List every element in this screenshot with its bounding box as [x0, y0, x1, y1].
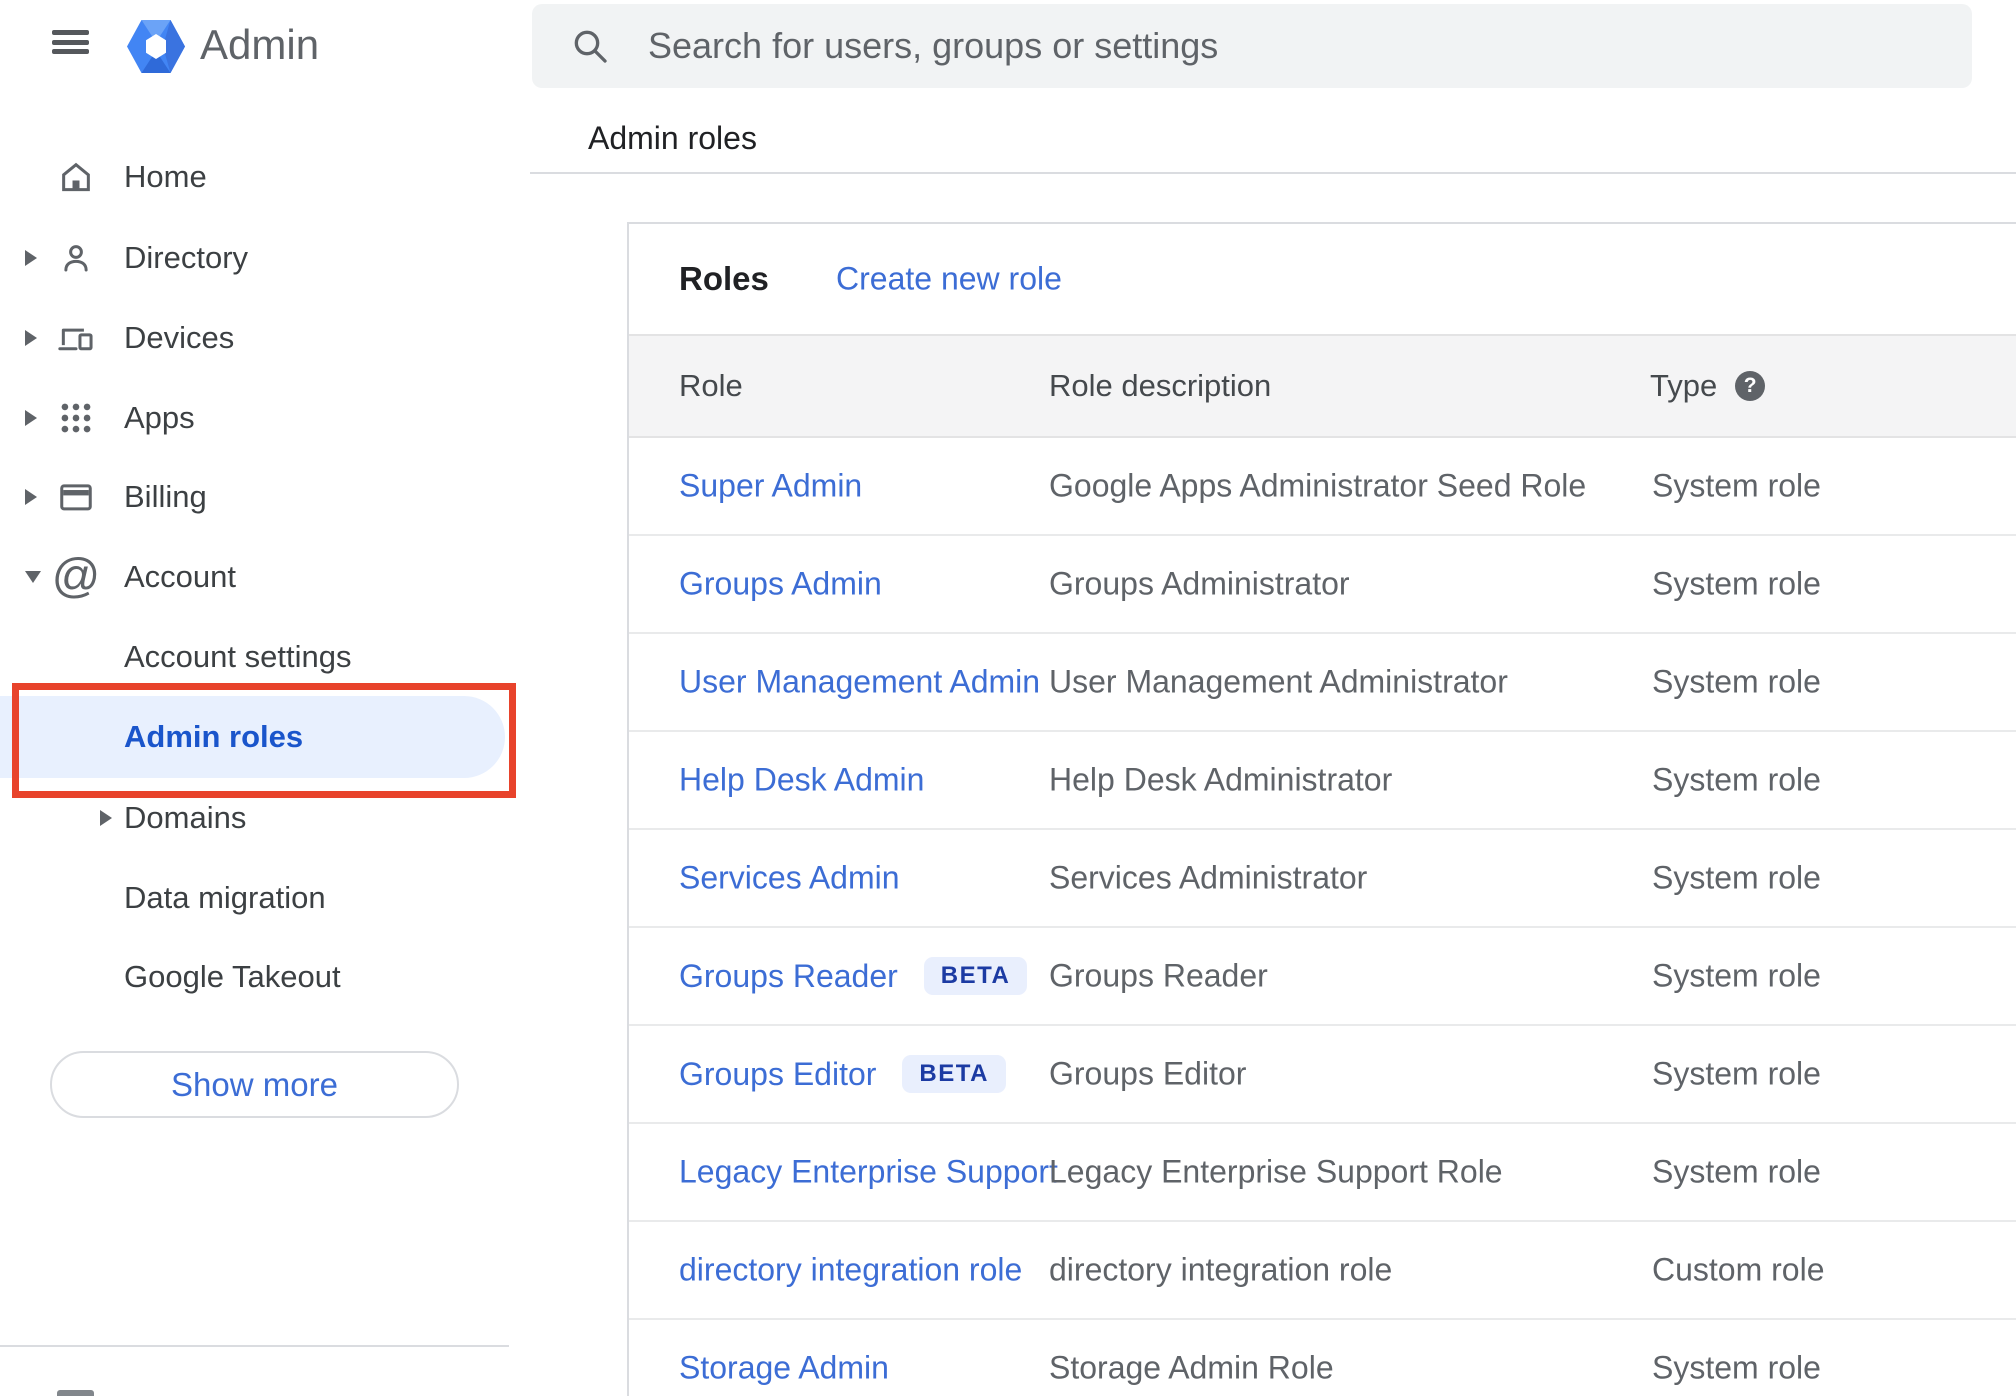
- credit-card-icon: [57, 478, 95, 516]
- app-title: Admin: [200, 21, 320, 68]
- roles-table-body: Super Admin Google Apps Administrator Se…: [629, 438, 2016, 1396]
- search-input[interactable]: Search for users, groups or settings: [532, 4, 1972, 88]
- person-icon: [57, 239, 95, 277]
- apps-grid-icon: [57, 399, 95, 437]
- sidebar-item-label: Apps: [124, 400, 195, 435]
- devices-icon: [57, 319, 95, 357]
- role-type: System role: [1652, 565, 1821, 602]
- sidebar-item-account[interactable]: @ Account: [0, 537, 509, 617]
- table-row: Groups Reader BETA Groups Reader System …: [629, 928, 2016, 1026]
- table-row: directory integration role directory int…: [629, 1222, 2016, 1320]
- sidebar-item-label: Admin roles: [124, 719, 304, 754]
- admin-logo-icon: [127, 20, 185, 73]
- sidebar-item-label: Home: [124, 159, 207, 194]
- sidebar-item-label: Billing: [124, 479, 207, 514]
- role-link[interactable]: Groups Editor: [679, 1056, 876, 1093]
- header-divider: [530, 172, 2016, 174]
- role-link[interactable]: Help Desk Admin: [679, 762, 924, 799]
- admin-console-screen: Admin Search for users, groups or settin…: [0, 0, 2016, 1396]
- column-header-description: Role description: [1049, 368, 1272, 403]
- sidebar-item-devices[interactable]: Devices: [0, 298, 509, 378]
- sidebar-item-label: Directory: [124, 240, 249, 275]
- roles-card: Roles Create new role Role Role descript…: [627, 222, 2016, 1396]
- role-link[interactable]: Groups Reader: [679, 958, 898, 995]
- role-description: directory integration role: [1049, 1251, 1393, 1288]
- role-link[interactable]: User Management Admin: [679, 664, 1040, 701]
- sidebar-item-data-migration[interactable]: Data migration: [0, 858, 509, 938]
- home-icon: [57, 158, 95, 196]
- sidebar-item-label: Google Takeout: [124, 959, 341, 994]
- search-placeholder: Search for users, groups or settings: [648, 25, 1219, 66]
- sidebar-item-home[interactable]: Home: [0, 137, 509, 217]
- role-description: Groups Reader: [1049, 957, 1268, 994]
- table-row: Groups Admin Groups Administrator System…: [629, 536, 2016, 634]
- table-row: Legacy Enterprise Support Legacy Enterpr…: [629, 1124, 2016, 1222]
- table-row: User Management Admin User Management Ad…: [629, 634, 2016, 732]
- role-description: Google Apps Administrator Seed Role: [1049, 467, 1587, 504]
- beta-badge: BETA: [923, 957, 1028, 995]
- role-link[interactable]: Legacy Enterprise Support: [679, 1154, 1058, 1191]
- table-row: Services Admin Services Administrator Sy…: [629, 830, 2016, 928]
- table-header-row: Role Role description Type ?: [629, 334, 2016, 438]
- column-header-role: Role: [679, 368, 743, 403]
- role-type: System role: [1652, 663, 1821, 700]
- role-description: Help Desk Administrator: [1049, 761, 1393, 798]
- role-type: System role: [1652, 1055, 1821, 1092]
- sidebar-item-apps[interactable]: Apps: [0, 378, 509, 458]
- sidebar-item-directory[interactable]: Directory: [0, 218, 509, 298]
- role-type: System role: [1652, 859, 1821, 896]
- sidebar-item-account-settings[interactable]: Account settings: [0, 617, 509, 697]
- role-type: System role: [1652, 1349, 1821, 1386]
- sidebar-item-label: Data migration: [124, 880, 326, 915]
- expand-arrow-icon[interactable]: [100, 810, 112, 826]
- help-icon[interactable]: ?: [1735, 371, 1766, 401]
- card-title: Roles: [679, 260, 769, 297]
- role-description: User Management Administrator: [1049, 663, 1508, 700]
- search-icon: [574, 30, 607, 63]
- table-row: Super Admin Google Apps Administrator Se…: [629, 438, 2016, 536]
- show-more-button[interactable]: Show more: [50, 1051, 459, 1118]
- breadcrumb: Admin roles: [588, 120, 757, 156]
- role-type: System role: [1652, 957, 1821, 994]
- sidebar-item-label: Account: [124, 559, 237, 594]
- at-sign-icon: @: [51, 550, 101, 603]
- role-type: Custom role: [1652, 1251, 1825, 1288]
- role-link[interactable]: directory integration role: [679, 1252, 1022, 1289]
- table-row: Storage Admin Storage Admin Role System …: [629, 1320, 2016, 1396]
- role-type: System role: [1652, 761, 1821, 798]
- role-description: Groups Administrator: [1049, 565, 1350, 602]
- table-row: Groups Editor BETA Groups Editor System …: [629, 1026, 2016, 1124]
- sidebar-item-admin-roles[interactable]: Admin roles: [0, 696, 505, 778]
- roles-card-header: Roles Create new role: [629, 224, 2016, 334]
- role-link[interactable]: Super Admin: [679, 468, 862, 505]
- sidebar-bottom-divider: [0, 1345, 509, 1347]
- sidebar-item-billing[interactable]: Billing: [0, 457, 509, 537]
- role-description: Legacy Enterprise Support Role: [1049, 1153, 1503, 1190]
- sidebar-item-label: Domains: [124, 800, 247, 835]
- sidebar-item-domains[interactable]: Domains: [0, 778, 509, 858]
- sidebar-item-google-takeout[interactable]: Google Takeout: [0, 937, 509, 1017]
- expand-arrow-icon[interactable]: [25, 250, 37, 266]
- sidebar-item-label: Account settings: [124, 639, 352, 674]
- bottom-partial-icon: [57, 1390, 94, 1396]
- expand-arrow-icon[interactable]: [25, 330, 37, 346]
- role-type: System role: [1652, 467, 1821, 504]
- collapse-arrow-icon[interactable]: [25, 571, 41, 583]
- role-link[interactable]: Storage Admin: [679, 1350, 889, 1387]
- role-description: Groups Editor: [1049, 1055, 1247, 1092]
- role-link[interactable]: Groups Admin: [679, 566, 882, 603]
- beta-badge: BETA: [902, 1055, 1006, 1093]
- table-row: Help Desk Admin Help Desk Administrator …: [629, 732, 2016, 830]
- role-description: Storage Admin Role: [1049, 1349, 1334, 1386]
- role-type: System role: [1652, 1153, 1821, 1190]
- column-header-type: Type ?: [1650, 368, 1766, 404]
- role-description: Services Administrator: [1049, 859, 1368, 896]
- menu-icon[interactable]: [52, 30, 89, 54]
- expand-arrow-icon[interactable]: [25, 489, 37, 505]
- role-link[interactable]: Services Admin: [679, 860, 900, 897]
- sidebar-item-label: Devices: [124, 320, 235, 355]
- create-new-role-link[interactable]: Create new role: [836, 261, 1062, 298]
- expand-arrow-icon[interactable]: [25, 410, 37, 426]
